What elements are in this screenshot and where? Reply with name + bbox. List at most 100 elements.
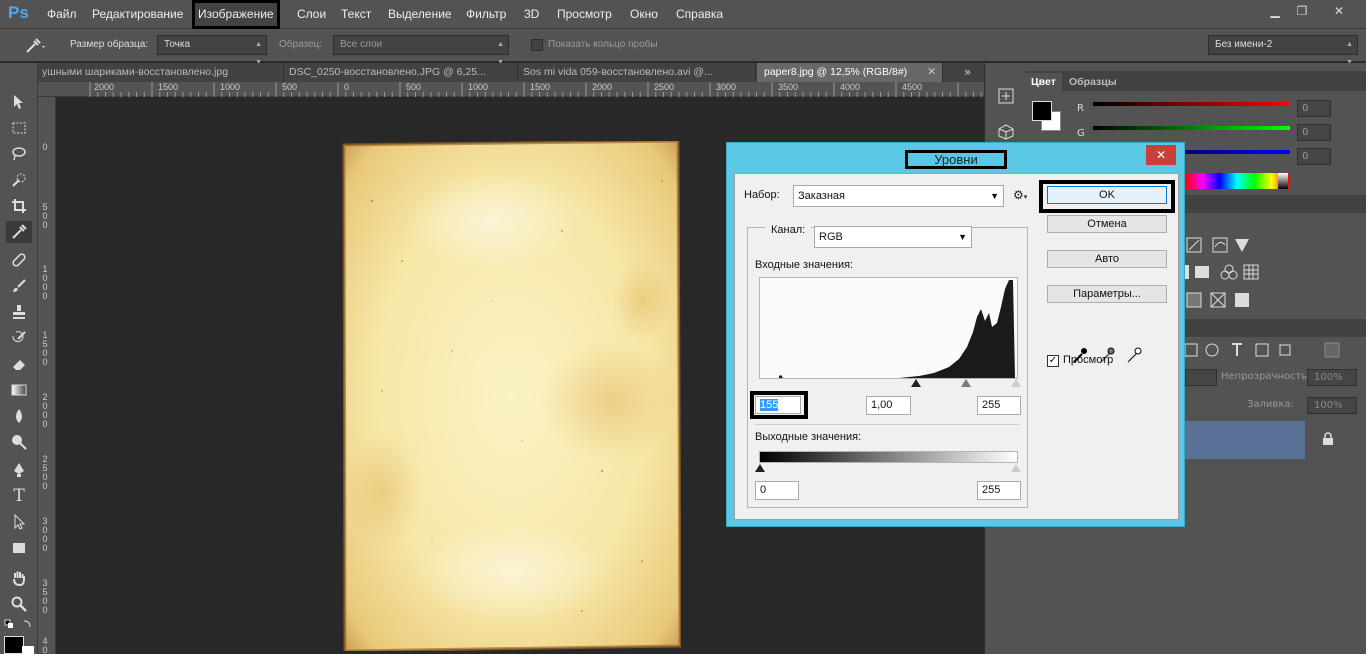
history-brush-tool-icon[interactable] (6, 327, 32, 349)
tab-color[interactable]: Цвет (1025, 73, 1062, 91)
channel-g-slider[interactable] (1093, 126, 1290, 130)
tab-overflow-icon[interactable]: » (964, 63, 971, 82)
dodge-tool-icon[interactable] (6, 431, 32, 453)
output-white-slider[interactable] (1011, 464, 1021, 472)
white-point-eyedropper-icon[interactable] (1125, 346, 1143, 366)
close-tab-icon[interactable]: ✕ (927, 63, 936, 82)
default-colors-icon[interactable] (4, 619, 34, 631)
ruler-label: 500 (282, 82, 298, 92)
input-white-slider[interactable] (1011, 379, 1021, 387)
close-window-icon[interactable]: ✕ (1322, 2, 1356, 20)
histogram[interactable] (759, 277, 1018, 381)
dialog-close-button[interactable]: ✕ (1146, 145, 1176, 165)
clone-stamp-tool-icon[interactable] (6, 301, 32, 323)
brush-tool-icon[interactable] (6, 275, 32, 297)
type-tool-icon[interactable]: T (6, 485, 32, 507)
options-button[interactable]: Параметры... (1047, 285, 1167, 303)
minimize-icon[interactable]: ▁ (1263, 2, 1287, 20)
healing-brush-tool-icon[interactable] (6, 249, 32, 271)
input-black-slider[interactable] (911, 379, 921, 387)
menu-type[interactable]: Текст (335, 0, 377, 29)
ruler-label: 1500 (530, 82, 551, 92)
blur-tool-icon[interactable] (6, 405, 32, 427)
menu-3d[interactable]: 3D (518, 0, 545, 29)
preview-checkbox[interactable]: ✓ (1047, 355, 1059, 367)
tab-document-2[interactable]: DSC_0250-восстановлено.JPG @ 6,25... (285, 63, 518, 82)
ruler-label: 0 (344, 82, 350, 92)
rectangle-tool-icon[interactable] (6, 537, 32, 559)
channel-b-value[interactable]: 0 (1297, 148, 1331, 165)
input-black-field[interactable]: 155 (755, 396, 801, 414)
input-gamma-slider[interactable] (961, 379, 971, 387)
sample-layers-select[interactable]: Все слои▲▼ (333, 35, 509, 66)
gradient-tool-icon[interactable] (6, 379, 32, 401)
preset-gear-icon[interactable]: ⚙▾ (1013, 188, 1033, 204)
lasso-tool-icon[interactable] (6, 143, 32, 165)
eraser-tool-icon[interactable] (6, 353, 32, 375)
3d-panel-icon[interactable] (997, 123, 1015, 141)
ok-button[interactable]: OK (1047, 186, 1167, 204)
input-black-value: 155 (760, 399, 779, 411)
pen-tool-icon[interactable] (6, 459, 32, 481)
marquee-tool-icon[interactable] (6, 117, 32, 139)
eyedropper-tool-icon[interactable] (6, 221, 32, 243)
ruler-label: 2000 (592, 82, 613, 92)
sample-size-select[interactable]: Точка▲▼ (157, 35, 267, 66)
tab-document-active[interactable]: paper8.jpg @ 12,5% (RGB/8#) ✕ (757, 63, 943, 82)
eyedropper-preset-icon[interactable] (24, 37, 48, 55)
input-gamma-field[interactable]: 1,00 (866, 396, 911, 415)
output-black-slider[interactable] (755, 464, 765, 472)
show-ring-checkbox[interactable] (531, 39, 543, 51)
menu-view[interactable]: Просмотр (551, 0, 618, 29)
foreground-color-swatch[interactable] (1032, 101, 1052, 121)
fill-input[interactable]: 100% (1307, 397, 1357, 414)
adjustment-icons-row-2 (1185, 262, 1305, 282)
preset-select[interactable]: Заказная ▼ (793, 185, 1004, 207)
foreground-color-swatch[interactable] (4, 636, 24, 654)
move-tool-icon[interactable] (6, 91, 32, 113)
output-white-field[interactable]: 255 (977, 481, 1021, 500)
ruler-label: 2500 (654, 82, 675, 92)
opacity-input[interactable]: 100% (1307, 369, 1357, 386)
menu-layers[interactable]: Слои (291, 0, 332, 29)
menu-file[interactable]: Файл (41, 0, 83, 29)
workspace-value: Без имени-2 (1215, 39, 1273, 50)
preset-label: Набор: (744, 189, 780, 201)
background-color-swatch[interactable] (22, 646, 34, 654)
path-select-tool-icon[interactable] (6, 511, 32, 533)
workspace-select[interactable]: Без имени-2▲▼ (1208, 35, 1358, 66)
tab-document-3[interactable]: Sos mi vida 059-восстановлено.avi @... (519, 63, 756, 82)
tab-swatches[interactable]: Образцы (1063, 73, 1123, 91)
hand-tool-icon[interactable] (6, 567, 32, 589)
crop-tool-icon[interactable] (6, 195, 32, 217)
menu-help[interactable]: Справка (670, 0, 729, 29)
restore-icon[interactable]: ❐ (1290, 2, 1314, 20)
zoom-tool-icon[interactable] (6, 593, 32, 615)
opacity-label: Непрозрачность: (1221, 371, 1311, 382)
input-white-field[interactable]: 255 (977, 396, 1021, 415)
quick-select-tool-icon[interactable] (6, 169, 32, 191)
cancel-button[interactable]: Отмена (1047, 215, 1167, 233)
ruler-label: 3000 (42, 516, 48, 553)
layer-row-background[interactable] (1185, 421, 1305, 459)
output-black-field[interactable]: 0 (755, 481, 799, 500)
grayscale-bar[interactable] (1278, 173, 1288, 189)
channel-select[interactable]: RGB ▼ (814, 226, 972, 248)
menu-select[interactable]: Выделение (382, 0, 458, 29)
channel-g-value[interactable]: 0 (1297, 124, 1331, 141)
menu-image[interactable]: Изображение (192, 0, 280, 29)
ruler-label: 500 (406, 82, 422, 92)
ruler-label: 2500 (42, 454, 48, 491)
history-panel-icon[interactable] (997, 87, 1015, 105)
tab-document-1[interactable]: ушными шариками-восстановлено.jpg (38, 63, 284, 82)
menu-window[interactable]: Окно (624, 0, 664, 29)
tab-label: ушными шариками-восстановлено.jpg (42, 66, 229, 78)
spectrum-bar[interactable] (1185, 173, 1289, 189)
blend-mode-select[interactable] (1185, 369, 1217, 386)
options-bar: Размер образца: Точка▲▼ Образец: Все сло… (0, 29, 1366, 66)
auto-button[interactable]: Авто (1047, 250, 1167, 268)
channel-r-value[interactable]: 0 (1297, 100, 1331, 117)
menu-filter[interactable]: Фильтр (460, 0, 512, 29)
menu-edit[interactable]: Редактирование (86, 0, 189, 29)
channel-r-slider[interactable] (1093, 102, 1290, 106)
